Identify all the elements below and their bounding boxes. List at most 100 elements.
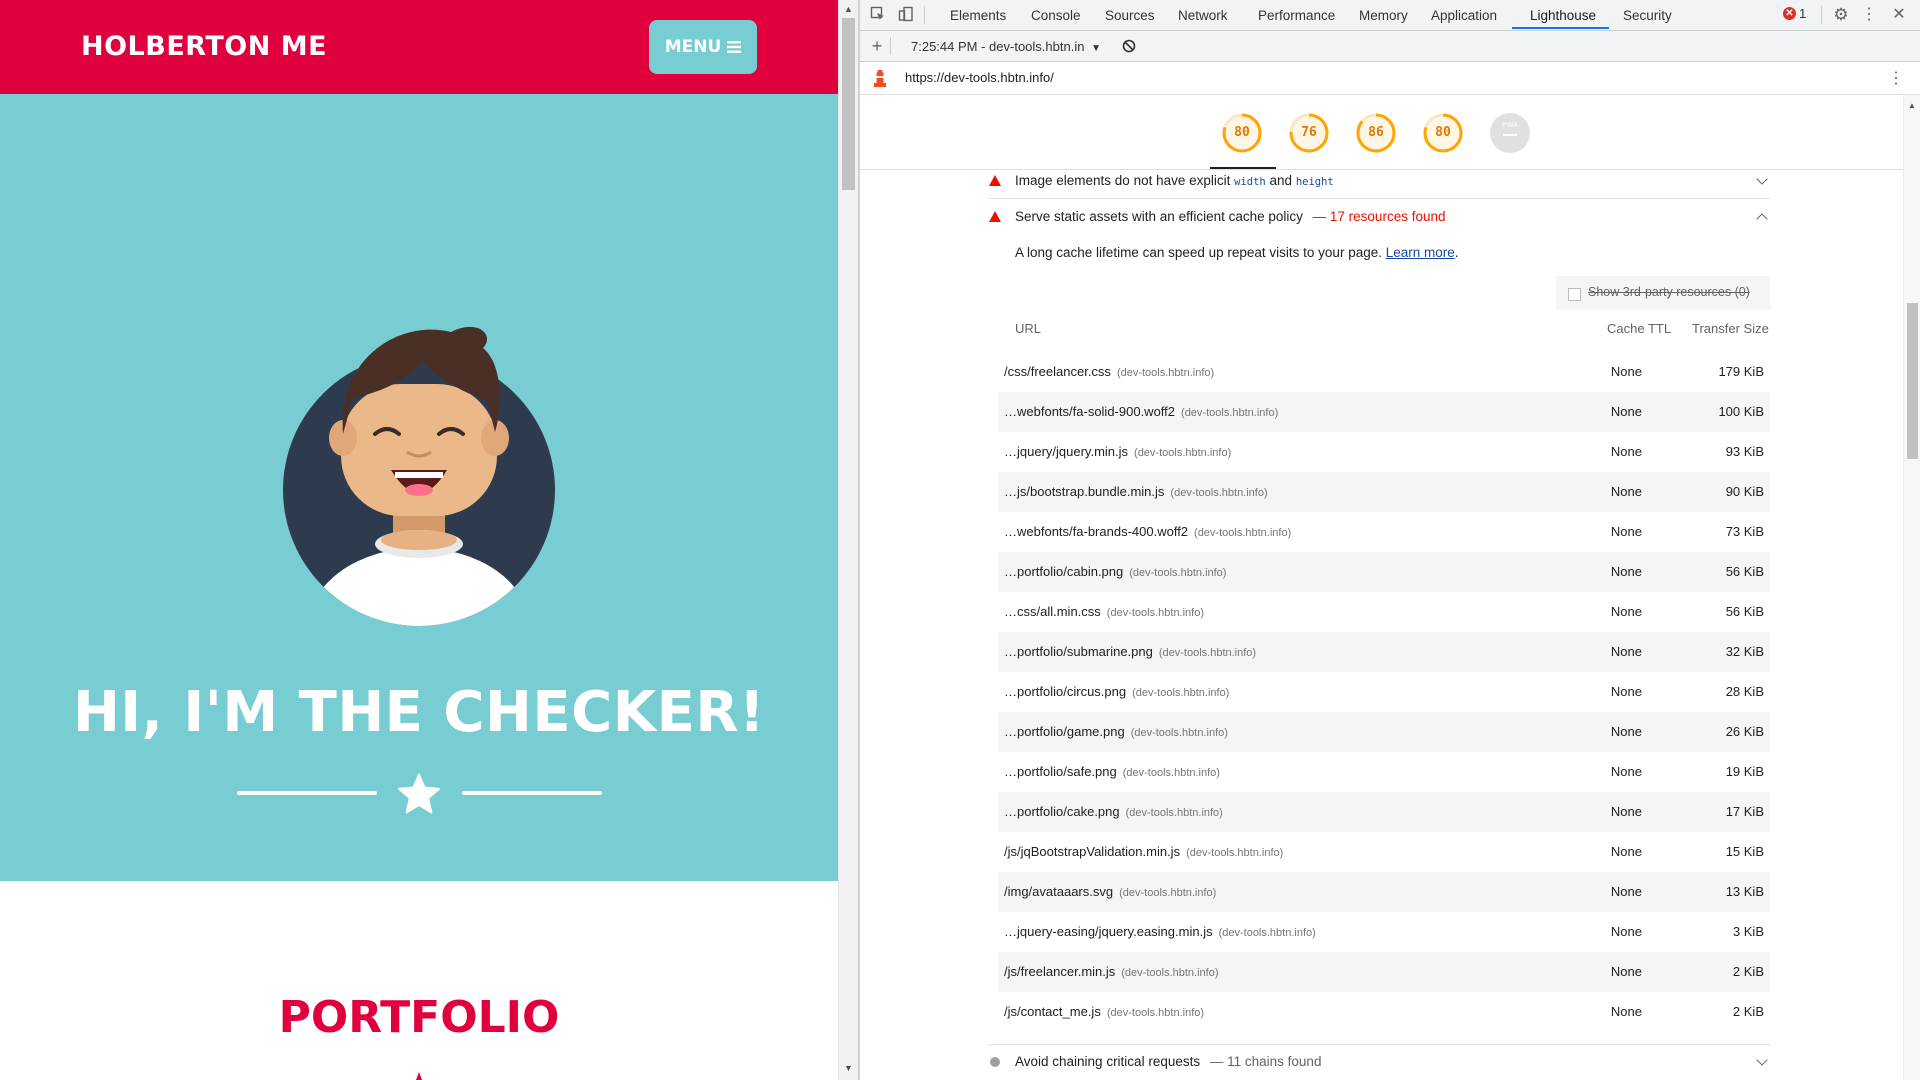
score-best-practices: 86: [1368, 125, 1384, 140]
inspect-element-icon[interactable]: [869, 6, 887, 24]
resource-url[interactable]: …portfolio/submarine.png (dev-tools.hbtn.…: [1004, 644, 1256, 659]
table-row: /css/freelancer.css (dev-tools.hbtn.info)…: [998, 352, 1770, 392]
info-dot-icon: [990, 1057, 1000, 1067]
resource-url[interactable]: /css/freelancer.css (dev-tools.hbtn.info): [1004, 364, 1214, 379]
tab-performance[interactable]: Performance: [1258, 8, 1335, 23]
settings-gear-icon[interactable]: ⚙: [1832, 6, 1850, 24]
site-brand[interactable]: HOLBERTON ME: [81, 31, 327, 62]
error-counter[interactable]: ✕ 1: [1783, 6, 1806, 21]
error-count: 1: [1799, 6, 1807, 21]
warning-triangle-icon: [989, 175, 1001, 186]
resource-transfer-size: 2 KiB: [1732, 964, 1764, 979]
resource-host: (dev-tools.hbtn.info): [1134, 447, 1232, 459]
resource-host: (dev-tools.hbtn.info): [1158, 647, 1257, 659]
chevron-down-icon[interactable]: [1756, 1054, 1768, 1066]
gauge-performance[interactable]: 80: [1221, 112, 1263, 154]
new-report-plus-icon[interactable]: +: [868, 37, 886, 55]
resource-path: …webfonts/fa-brands-400.woff2: [1004, 524, 1189, 539]
table-row: …portfolio/cabin.png (dev-tools.hbtn.info…: [998, 552, 1770, 592]
divider-left: [237, 791, 377, 795]
table-row: …jquery/jquery.min.js (dev-tools.hbtn.inf…: [998, 432, 1770, 472]
report-selector[interactable]: 7:25:44 PM - dev-tools.hbtn.in ▼: [911, 39, 1101, 54]
tab-lighthouse[interactable]: Lighthouse: [1530, 8, 1596, 23]
close-devtools-icon[interactable]: ✕: [1890, 6, 1908, 24]
clear-block-icon[interactable]: [1122, 39, 1136, 53]
site-scroll-thumb[interactable]: [842, 18, 855, 190]
resource-url[interactable]: …portfolio/safe.png (dev-tools.hbtn.info): [1004, 764, 1220, 779]
chevron-down-icon[interactable]: [1756, 173, 1768, 185]
resource-url[interactable]: /js/freelancer.min.js (dev-tools.hbtn.inf…: [1004, 964, 1218, 979]
resource-cache-ttl: None: [1610, 564, 1642, 579]
resource-path: …portfolio/cabin.png: [1004, 564, 1124, 579]
gauge-active-indicator: [1210, 167, 1276, 169]
devtools-scroll-thumb[interactable]: [1907, 303, 1918, 459]
resource-host: (dev-tools.hbtn.info): [1125, 807, 1223, 819]
scroll-down-arrow-icon[interactable]: ▼: [844, 1063, 853, 1073]
resource-url[interactable]: /js/jqBootstrapValidation.min.js (dev-too…: [1004, 844, 1283, 859]
device-toolbar-icon[interactable]: [897, 6, 915, 24]
menu-button[interactable]: MENU: [649, 20, 757, 74]
third-party-filter[interactable]: Show 3rd-party resources (0): [1556, 276, 1770, 310]
resource-host: (dev-tools.hbtn.info): [1186, 847, 1284, 859]
gauge-best-practices[interactable]: 86: [1355, 112, 1397, 154]
table-row: …portfolio/submarine.png (dev-tools.hbtn.…: [998, 632, 1770, 672]
resource-path: …js/bootstrap.bundle.min.js: [1004, 484, 1165, 499]
learn-more-link[interactable]: Learn more: [1386, 245, 1455, 260]
resource-url[interactable]: …portfolio/circus.png (dev-tools.hbtn.inf…: [1004, 684, 1229, 699]
table-row: …portfolio/circus.png (dev-tools.hbtn.inf…: [998, 672, 1770, 712]
tab-sources[interactable]: Sources: [1105, 8, 1155, 23]
scroll-up-arrow-icon[interactable]: ▲: [844, 4, 853, 14]
avatar-illustration: [283, 326, 555, 626]
report-menu-icon[interactable]: ⋮: [1888, 68, 1904, 88]
table-row: …jquery-easing/jquery.easing.min.js (dev-…: [998, 912, 1770, 952]
tab-memory[interactable]: Memory: [1359, 8, 1408, 23]
description-period: .: [1454, 245, 1459, 260]
resource-cache-ttl: None: [1610, 964, 1642, 979]
resource-path: …portfolio/safe.png: [1004, 764, 1117, 779]
site-scrollbar[interactable]: ▲ ▼: [838, 0, 858, 1080]
gauge-seo[interactable]: 80: [1422, 112, 1464, 154]
resource-url[interactable]: …js/bootstrap.bundle.min.js (dev-tools.hb…: [1004, 484, 1268, 499]
resource-cache-ttl: None: [1610, 524, 1642, 539]
tab-elements[interactable]: Elements: [950, 8, 1006, 23]
tab-network[interactable]: Network: [1178, 8, 1228, 23]
report-selector-value: 7:25:44 PM - dev-tools.hbtn.in: [911, 39, 1085, 54]
resource-url[interactable]: …portfolio/cabin.png (dev-tools.hbtn.info…: [1004, 564, 1226, 579]
description-text: A long cache lifetime can speed up repea…: [1015, 245, 1382, 260]
table-row: …css/all.min.css (dev-tools.hbtn.info) Non…: [998, 592, 1770, 632]
report-url[interactable]: https://dev-tools.hbtn.info/: [905, 70, 1054, 85]
resource-transfer-size: 56 KiB: [1725, 564, 1764, 579]
portfolio-heading: PORTFOLIO: [278, 992, 560, 1043]
resource-url[interactable]: …portfolio/cake.png (dev-tools.hbtn.info): [1004, 804, 1223, 819]
resource-url[interactable]: /js/contact_me.js (dev-tools.hbtn.info): [1004, 1004, 1204, 1019]
resource-url[interactable]: …webfonts/fa-brands-400.woff2 (dev-tools.…: [1004, 524, 1291, 539]
gauge-pwa[interactable]: PWA: [1489, 112, 1531, 154]
tab-console[interactable]: Console: [1031, 8, 1081, 23]
audit-title-cache-policy: Serve static assets with an efficient ca…: [1015, 209, 1445, 224]
audit-summary: — 11 chains found: [1209, 1054, 1322, 1069]
devtools-scrollbar[interactable]: ▲: [1903, 95, 1920, 1080]
more-options-icon[interactable]: ⋮: [1860, 6, 1878, 24]
resource-url[interactable]: …portfolio/game.png (dev-tools.hbtn.info): [1004, 724, 1228, 739]
tab-security[interactable]: Security: [1623, 8, 1672, 23]
score-gauges: 80 76 86 80 PWA: [860, 95, 1903, 170]
resource-url[interactable]: …css/all.min.css (dev-tools.hbtn.info): [1004, 604, 1204, 619]
resource-url[interactable]: …jquery-easing/jquery.easing.min.js (dev-…: [1004, 924, 1316, 939]
audit-summary: — 17 resources found: [1312, 209, 1446, 224]
third-party-checkbox[interactable]: [1568, 288, 1581, 301]
resource-url[interactable]: /img/avataaars.svg (dev-tools.hbtn.info): [1004, 884, 1216, 899]
resource-transfer-size: 2 KiB: [1732, 1004, 1764, 1019]
col-header-transfer-size: Transfer Size: [1692, 321, 1769, 336]
resource-host: (dev-tools.hbtn.info): [1106, 1007, 1205, 1019]
scroll-up-arrow-icon[interactable]: ▲: [1908, 101, 1916, 110]
col-header-cache-ttl: Cache TTL: [1607, 321, 1672, 336]
audit-title-image-dimensions: Image elements do not have explicit widt…: [1015, 173, 1334, 188]
resource-path: …portfolio/submarine.png: [1004, 644, 1153, 659]
resource-url[interactable]: …webfonts/fa-solid-900.woff2 (dev-tools.h…: [1004, 404, 1278, 419]
resource-url[interactable]: …jquery/jquery.min.js (dev-tools.hbtn.inf…: [1004, 444, 1231, 459]
resource-path: …portfolio/cake.png: [1004, 804, 1120, 819]
resource-cache-ttl: None: [1610, 844, 1642, 859]
chevron-up-icon[interactable]: [1756, 213, 1768, 225]
tab-application[interactable]: Application: [1431, 8, 1497, 23]
gauge-accessibility[interactable]: 76: [1288, 112, 1330, 154]
